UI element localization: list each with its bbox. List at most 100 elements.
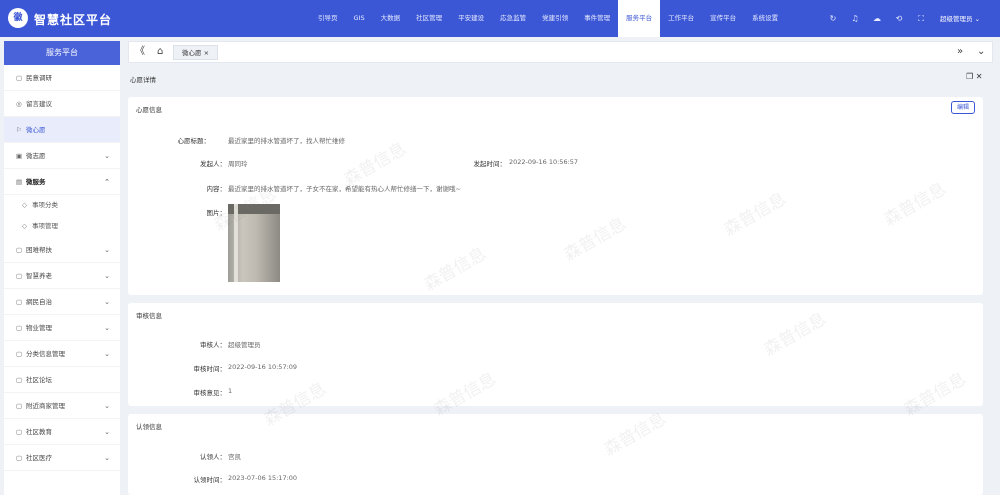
chevron-icon: ⌄ <box>104 324 110 332</box>
menu-icon: ◇ <box>22 222 27 230</box>
sidebar-item-1[interactable]: ◎ 留言建议 <box>4 91 120 117</box>
sidebar-item-label: 微服务 <box>26 178 46 186</box>
sidebar-item-4[interactable]: ▤ 微服务 ⌃ <box>4 169 120 195</box>
reviewer-value: 超级管理员 <box>228 341 261 349</box>
tabs-dropdown-icon[interactable]: ⌄ <box>977 42 985 62</box>
sponsor-time-label: 发起时间： <box>473 160 507 168</box>
sidebar-item-3[interactable]: ▣ 微志愿 ⌄ <box>4 143 120 169</box>
review-section-title: 审核信息 <box>136 312 162 320</box>
sidebar-item-14[interactable]: ▢ 社区教育 ⌄ <box>4 419 120 445</box>
sidebar-item-2[interactable]: ⚐ 微心愿 <box>4 117 120 143</box>
menu-icon: ▢ <box>16 74 23 82</box>
sidebar-item-label: 智慧养老 <box>26 272 52 280</box>
sidebar-item-6[interactable]: ◇ 事项管理 <box>4 216 120 237</box>
sidebar-item-label: 社区论坛 <box>26 376 52 384</box>
reviewer-label: 审核人： <box>200 341 226 349</box>
wish-card: 心愿信息 编辑 心愿标题： 最近家里的排水管道坏了，找人帮忙维修 发起人： 周同… <box>128 97 983 295</box>
claimer-value: 宫凯 <box>228 453 241 461</box>
nav-item-11[interactable]: 系统设置 <box>744 0 786 37</box>
sidebar: 服务平台 ▢ 民意调研 ◎ 留言建议 ⚐ 微心愿 ▣ 微志愿 ⌄ ▤ 微服务 ⌃ ◇ 事项分类 ◇ 事项管理 ▢… <box>4 41 120 495</box>
edit-button[interactable]: 编辑 <box>951 101 975 114</box>
menu-icon: ▤ <box>16 178 23 186</box>
sidebar-item-label: 事项管理 <box>32 222 58 230</box>
theme-icon[interactable]: ☁ <box>866 14 888 23</box>
tab-wish[interactable]: 微心愿 × <box>173 45 219 60</box>
top-icons: ↻ ♫ ☁ ⟲ ⛶ <box>822 0 932 37</box>
menu-icon: ▢ <box>16 298 23 306</box>
sidebar-item-10[interactable]: ▢ 物业管理 ⌄ <box>4 315 120 341</box>
top-nav: 引导页 GIS 大数据 社区管理 平安建设 応急监管 党建引领 事件管理 服务平台 工作平台 宣传平… <box>310 0 786 37</box>
chevron-icon: ⌄ <box>104 454 110 462</box>
home-icon[interactable]: ⌂ <box>157 42 163 62</box>
claim-section-title: 认领信息 <box>136 423 162 431</box>
wish-photo[interactable] <box>228 204 280 282</box>
chevron-icon: ⌄ <box>104 298 110 306</box>
collapse-back-icon[interactable]: 《 <box>135 42 145 62</box>
review-card: 审核信息 审核人： 超级管理员 审核时间： 2022-09-16 10:57:0… <box>128 303 983 406</box>
chevron-icon: ⌄ <box>104 350 110 358</box>
sidebar-item-label: 附近商家管理 <box>26 402 65 410</box>
claim-card: 认领信息 认领人： 宫凯 认领时间： 2023-07-06 15:17:00 <box>128 414 983 495</box>
sponsor-value: 周同玲 <box>228 160 248 168</box>
sidebar-item-9[interactable]: ▢ 網民自治 ⌄ <box>4 289 120 315</box>
chevron-icon: ⌄ <box>104 402 110 410</box>
tab-bar: 《 ⌂ 微心愿 × » ⌄ <box>128 41 993 63</box>
chevron-icon: ⌄ <box>104 428 110 436</box>
claim-time-label: 认领时间： <box>193 476 227 484</box>
sidebar-item-label: 物业管理 <box>26 324 52 332</box>
nav-item-3[interactable]: 社区管理 <box>408 0 450 37</box>
chevron-icon: ⌄ <box>104 152 110 160</box>
sidebar-title: 服务平台 <box>4 41 120 65</box>
sidebar-item-5[interactable]: ◇ 事项分类 <box>4 195 120 216</box>
review-opinion-label: 审核意见： <box>193 389 227 397</box>
nav-item-8[interactable]: 服务平台 <box>618 0 661 37</box>
nav-item-5[interactable]: 応急监管 <box>492 0 534 37</box>
refresh-icon[interactable]: ↻ <box>822 14 844 23</box>
fullscreen-icon[interactable]: ⛶ <box>910 14 932 24</box>
nav-item-1[interactable]: GIS <box>346 0 373 37</box>
copy-icon[interactable]: ❐ <box>966 72 973 81</box>
chevron-icon: ⌄ <box>104 272 110 280</box>
sidebar-item-label: 網民自治 <box>26 298 52 306</box>
user-menu[interactable]: 超级管理员 ⌄ <box>940 13 980 23</box>
menu-icon: ▢ <box>16 402 23 410</box>
sidebar-item-label: 分类信息管理 <box>26 350 65 358</box>
app-logo: 徽 <box>8 8 28 28</box>
menu-icon: ▢ <box>16 272 23 280</box>
sidebar-menu: ▢ 民意调研 ◎ 留言建议 ⚐ 微心愿 ▣ 微志愿 ⌄ ▤ 微服务 ⌃ ◇ 事项分类 ◇ 事项管理 ▢ 困难帮扶 ⌄… <box>4 65 120 471</box>
sidebar-item-11[interactable]: ▢ 分类信息管理 ⌄ <box>4 341 120 367</box>
sidebar-item-label: 留言建议 <box>26 100 52 108</box>
review-time-value: 2022-09-16 10:57:09 <box>228 363 298 371</box>
sidebar-item-label: 困难帮扶 <box>26 246 52 254</box>
sidebar-item-12[interactable]: ▢ 社区论坛 <box>4 367 120 393</box>
expand-icon[interactable]: ⟲ <box>888 14 910 23</box>
nav-item-6[interactable]: 党建引领 <box>534 0 576 37</box>
page-actions: ❐ ✕ <box>966 72 982 81</box>
content-label: 内容： <box>206 185 227 193</box>
bell-icon[interactable]: ♫ <box>844 14 866 23</box>
menu-icon: ⚐ <box>16 126 22 134</box>
menu-icon: ▢ <box>16 376 23 384</box>
nav-item-9[interactable]: 工作平台 <box>660 0 702 37</box>
sidebar-item-0[interactable]: ▢ 民意调研 <box>4 65 120 91</box>
menu-icon: ▢ <box>16 454 23 462</box>
sidebar-item-8[interactable]: ▢ 智慧养老 ⌄ <box>4 263 120 289</box>
tabs-more-icon[interactable]: » <box>957 42 963 62</box>
sponsor-label: 发起人： <box>200 160 226 168</box>
nav-item-2[interactable]: 大数据 <box>373 0 409 37</box>
nav-item-10[interactable]: 宣传平台 <box>702 0 744 37</box>
sidebar-item-13[interactable]: ▢ 附近商家管理 ⌄ <box>4 393 120 419</box>
menu-icon: ◎ <box>16 100 22 108</box>
content-value: 最近家里的排水管道坏了，子女不在家，希望能有热心人帮忙修缮一下，谢谢哦~ <box>228 185 461 193</box>
sidebar-item-15[interactable]: ▢ 社区医疗 ⌄ <box>4 445 120 471</box>
nav-item-4[interactable]: 平安建设 <box>450 0 492 37</box>
sidebar-item-label: 社区医疗 <box>26 454 52 462</box>
chevron-icon: ⌃ <box>104 178 110 186</box>
nav-item-7[interactable]: 事件管理 <box>576 0 618 37</box>
wish-section-title: 心愿信息 <box>136 106 162 114</box>
app-title: 智慧社区平台 <box>34 13 113 27</box>
review-opinion-value: 1 <box>228 387 233 395</box>
close-icon[interactable]: ✕ <box>976 72 983 81</box>
nav-item-0[interactable]: 引导页 <box>310 0 346 37</box>
sidebar-item-7[interactable]: ▢ 困难帮扶 ⌄ <box>4 237 120 263</box>
